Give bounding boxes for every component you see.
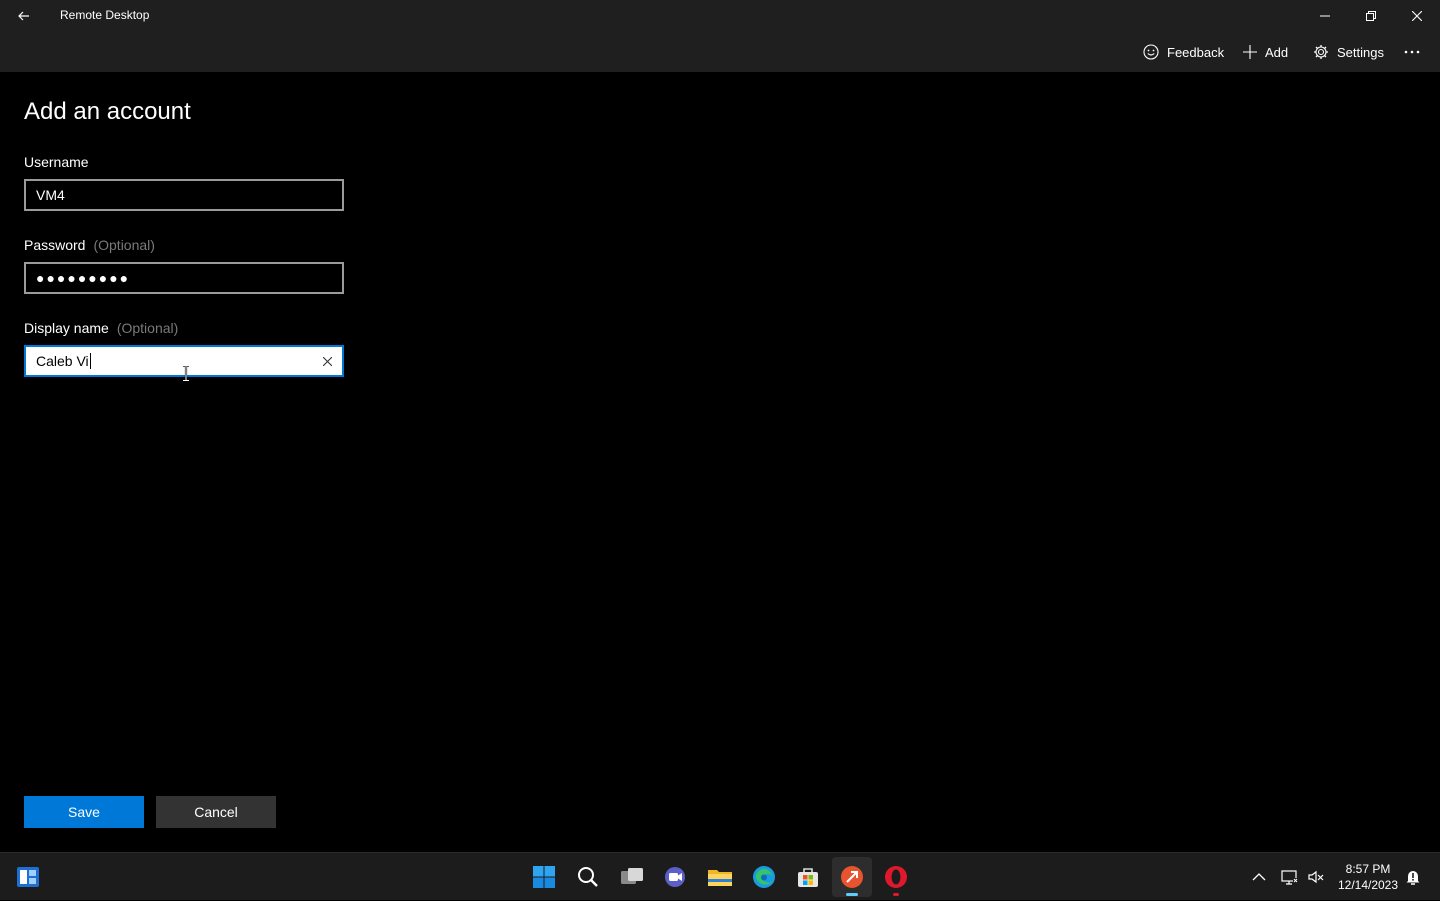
display-name-optional-hint: (Optional) [116, 320, 179, 336]
settings-label: Settings [1337, 44, 1384, 60]
chat-button[interactable] [656, 857, 696, 897]
restore-icon [1366, 11, 1376, 21]
page-title: Add an account [24, 98, 191, 125]
close-icon [1412, 11, 1422, 21]
title-bar: Remote Desktop [0, 0, 1440, 32]
taskbar-search-button[interactable] [568, 857, 608, 897]
task-view-icon [621, 868, 643, 884]
taskbar: 8:57 PM 12/14/2023 [0, 852, 1440, 900]
speaker-muted-icon [1308, 870, 1324, 884]
clear-text-button[interactable] [320, 354, 334, 368]
windows-logo-icon [533, 866, 555, 888]
display-name-label-text: Display name [24, 320, 109, 336]
password-optional-hint: (Optional) [93, 237, 155, 253]
feedback-label: Feedback [1167, 44, 1225, 60]
back-arrow-icon [18, 11, 29, 21]
username-label-text: Username [24, 154, 89, 170]
show-hidden-icons-button[interactable] [1252, 853, 1266, 901]
remote-desktop-icon [841, 866, 863, 888]
chevron-up-icon [1252, 873, 1266, 881]
feedback-button[interactable]: Feedback [1143, 32, 1224, 72]
network-icon [1281, 870, 1298, 885]
opera-icon [885, 866, 907, 888]
clock-time: 8:57 PM [1345, 862, 1391, 876]
remote-desktop-taskbar-button[interactable] [832, 857, 872, 897]
edge-button[interactable] [744, 857, 784, 897]
clock-date: 12/14/2023 [1337, 878, 1399, 892]
save-button[interactable]: Save [24, 796, 144, 828]
minimize-button[interactable] [1302, 0, 1348, 32]
gear-icon [1314, 45, 1328, 59]
widgets-button[interactable] [8, 857, 48, 897]
username-label: Username [24, 154, 89, 170]
ibeam-cursor-icon [183, 365, 189, 381]
ellipsis-icon [1404, 50, 1420, 54]
username-field[interactable]: VM4 [24, 179, 344, 211]
smiley-icon [1143, 44, 1159, 60]
app-title: Remote Desktop [60, 8, 150, 22]
search-icon [578, 867, 598, 887]
command-bar: Feedback Add Settings [0, 32, 1440, 72]
taskbar-clock[interactable]: 8:57 PM 12/14/2023 [1336, 861, 1400, 893]
notification-bell-icon [1406, 871, 1420, 885]
restore-button[interactable] [1348, 0, 1394, 32]
task-view-button[interactable] [612, 857, 652, 897]
running-indicator [846, 893, 858, 896]
running-indicator [893, 893, 899, 896]
password-value: ●●●●●●●●● [36, 270, 131, 286]
password-label-text: Password [24, 237, 86, 253]
opera-taskbar-button[interactable] [876, 857, 916, 897]
password-label: Password (Optional) [24, 237, 155, 253]
save-label: Save [68, 804, 100, 820]
minimize-icon [1320, 15, 1330, 17]
display-name-label: Display name (Optional) [24, 320, 178, 336]
file-explorer-icon [708, 870, 732, 886]
start-icon [17, 867, 39, 887]
store-icon [798, 868, 818, 887]
clear-x-icon [322, 356, 332, 366]
username-value: VM4 [36, 187, 65, 203]
cancel-button[interactable]: Cancel [156, 796, 276, 828]
notifications-button[interactable] [1404, 853, 1422, 901]
settings-button[interactable]: Settings [1313, 32, 1384, 72]
close-window-button[interactable] [1394, 0, 1440, 32]
password-field[interactable]: ●●●●●●●●● [24, 262, 344, 294]
chat-icon [665, 867, 685, 887]
display-name-value: Caleb Vi [36, 353, 89, 369]
add-button[interactable]: Add [1243, 32, 1288, 72]
store-button[interactable] [788, 857, 828, 897]
text-caret [89, 353, 91, 369]
start-button[interactable] [524, 857, 564, 897]
plus-icon [1243, 45, 1257, 59]
edge-icon [753, 866, 775, 888]
cancel-label: Cancel [194, 804, 238, 820]
add-label: Add [1265, 44, 1289, 60]
more-options-button[interactable] [1404, 32, 1428, 72]
network-button[interactable] [1281, 853, 1299, 901]
volume-button[interactable] [1307, 853, 1325, 901]
back-button[interactable] [8, 0, 40, 32]
file-explorer-button[interactable] [700, 857, 740, 897]
